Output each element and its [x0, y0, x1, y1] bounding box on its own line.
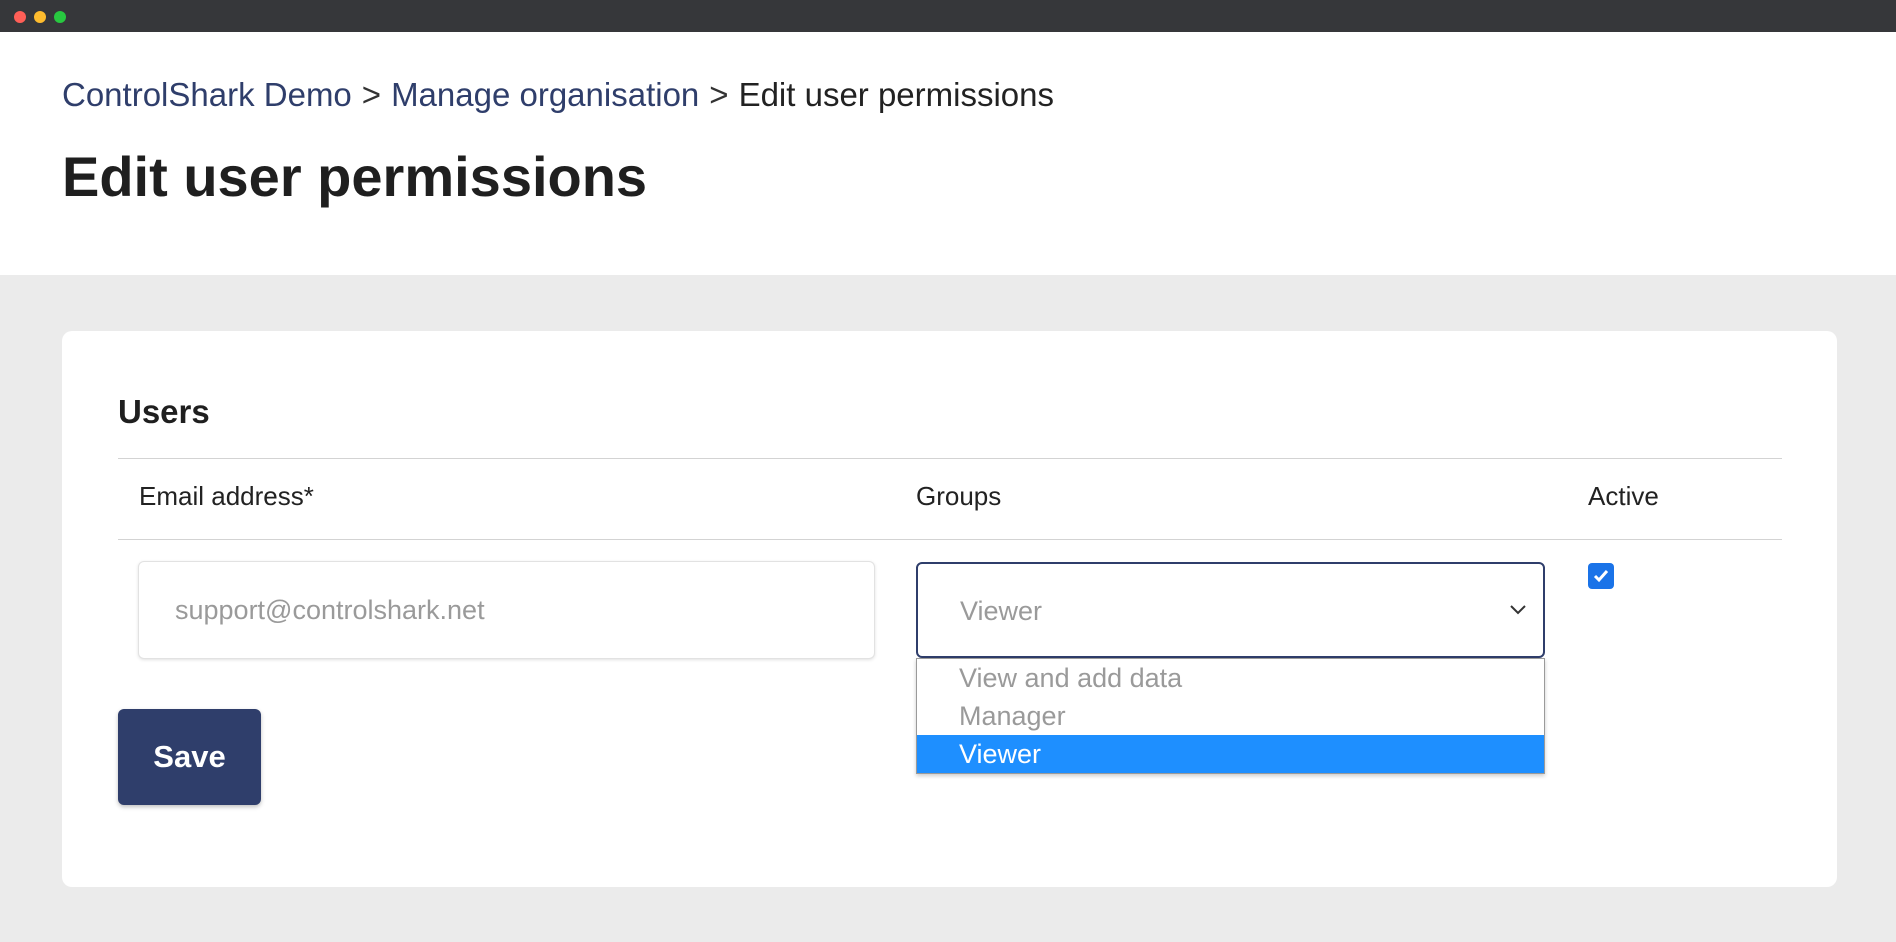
groups-select[interactable]: Viewer	[916, 562, 1545, 658]
groups-dropdown-list: View and add data Manager Viewer	[916, 658, 1545, 774]
page-header: ControlShark Demo > Manage organisation > Ed…	[0, 32, 1896, 275]
table-divider	[118, 458, 1782, 459]
breadcrumb-current: Edit user permissions	[738, 76, 1055, 113]
active-column-header: Active	[1588, 481, 1659, 511]
dropdown-option-manager[interactable]: Manager	[917, 697, 1544, 735]
dropdown-option-view-and-add-data[interactable]: View and add data	[917, 659, 1544, 697]
breadcrumb-link-controlshark-demo[interactable]: ControlShark Demo	[62, 76, 352, 113]
page-title: Edit user permissions	[62, 145, 648, 208]
groups-column-header: Groups	[916, 481, 1002, 511]
chevron-down-icon	[1507, 598, 1529, 620]
close-window-button[interactable]	[14, 11, 26, 23]
table-divider	[118, 539, 1782, 540]
users-card: Users Email address* Groups Active Viewe…	[62, 331, 1837, 887]
dropdown-option-viewer[interactable]: Viewer	[917, 735, 1544, 773]
breadcrumb-separator: >	[361, 76, 382, 113]
breadcrumb-separator: >	[709, 76, 729, 113]
breadcrumb: ControlShark Demo > Manage organisation > Ed…	[62, 76, 1054, 114]
maximize-window-button[interactable]	[54, 11, 66, 23]
main-content: Users Email address* Groups Active Viewe…	[0, 275, 1896, 942]
check-icon	[1593, 570, 1609, 583]
email-column-header: Email address*	[139, 481, 314, 511]
save-button[interactable]: Save	[118, 709, 261, 805]
email-field[interactable]	[138, 561, 875, 659]
window-title-bar	[0, 0, 1896, 32]
minimize-window-button[interactable]	[34, 11, 46, 23]
users-section-title: Users	[118, 393, 210, 430]
groups-select-value: Viewer	[960, 596, 1043, 626]
breadcrumb-link-manage-organisation[interactable]: Manage organisation	[391, 76, 699, 113]
active-checkbox[interactable]	[1588, 563, 1614, 589]
